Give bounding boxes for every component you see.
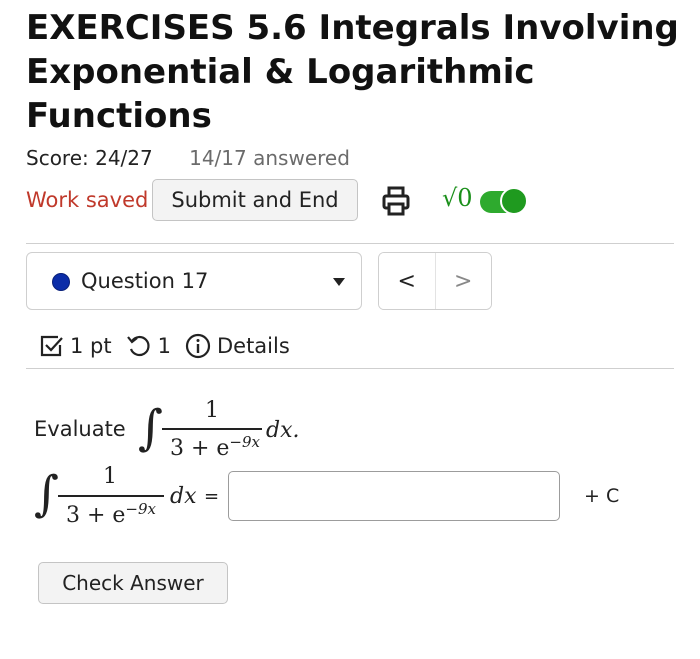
equals-sign: = <box>204 486 220 507</box>
retry-icon <box>126 335 150 357</box>
answer-input[interactable] <box>228 471 560 521</box>
question-meta: 1 pt 1 Details <box>38 333 290 359</box>
differential: dx. <box>266 418 300 443</box>
fraction-bar <box>162 428 262 430</box>
page-title: EXERCISES 5.6 Integrals Involving Expone… <box>26 8 679 136</box>
exponent: −9x <box>125 500 156 518</box>
check-answer-button[interactable]: Check Answer <box>38 562 228 604</box>
info-icon[interactable] <box>185 333 211 359</box>
divider <box>26 243 674 244</box>
question-select-label: Question 17 <box>81 269 209 293</box>
work-saved-status: Work saved <box>26 188 149 212</box>
problem-prompt: Evaluate <box>34 417 126 441</box>
toggle-knob <box>500 187 528 215</box>
denominator: 3 + e−9x <box>150 433 280 461</box>
question-select[interactable]: Question 17 <box>26 252 362 310</box>
numerator: 1 <box>205 398 219 423</box>
question-status-dot <box>52 273 70 291</box>
attempts-text: 1 <box>157 334 171 358</box>
previous-question-button[interactable]: < <box>379 253 435 309</box>
denominator-base: 3 + e <box>65 503 126 528</box>
caret-down-icon <box>333 278 345 286</box>
score-row: Score: 24/27 14/17 answered <box>26 146 350 170</box>
printer-icon[interactable] <box>380 185 412 217</box>
denominator-base: 3 + e <box>169 436 230 461</box>
next-question-button[interactable]: > <box>434 253 491 309</box>
divider <box>26 368 674 369</box>
answered-count: 14/17 answered <box>189 146 350 170</box>
math-view-toggle[interactable] <box>480 187 528 215</box>
constant-label: + C <box>584 485 620 507</box>
exponent: −9x <box>229 433 260 451</box>
details-link[interactable]: Details <box>217 334 290 358</box>
checkbox-icon <box>40 335 63 357</box>
math-view-label: √0 <box>442 184 473 212</box>
numerator: 1 <box>103 464 117 489</box>
differential: dx <box>170 484 197 509</box>
submit-and-end-button[interactable]: Submit and End <box>152 179 358 221</box>
denominator: 3 + e−9x <box>46 500 176 528</box>
points-text: 1 pt <box>70 334 112 358</box>
score-text: Score: 24/27 <box>26 146 153 170</box>
fraction-bar <box>58 495 164 497</box>
question-nav: < > <box>378 252 492 310</box>
